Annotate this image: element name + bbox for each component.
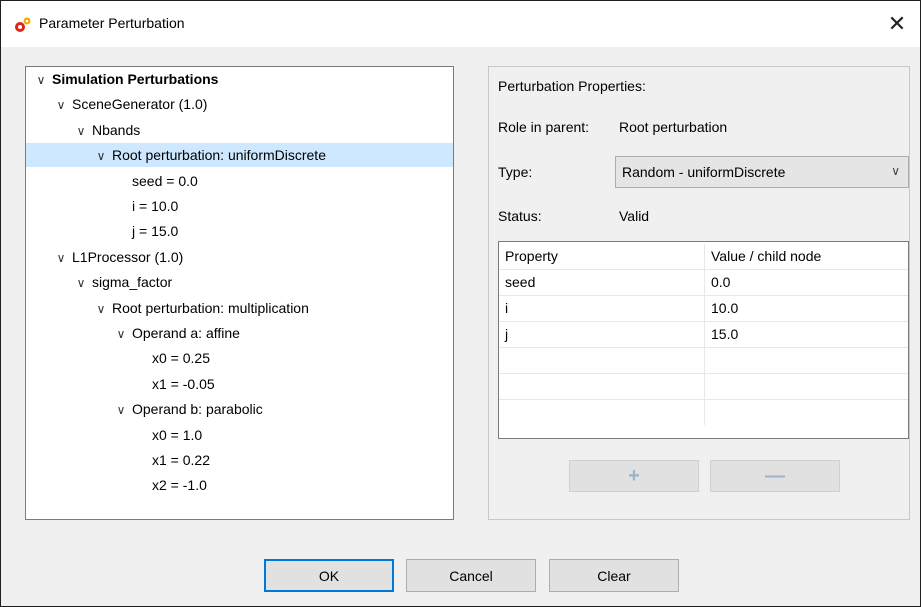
table-cell[interactable]: 15.0 [705,322,908,347]
plus-icon: + [628,464,640,487]
tree-item-label: Nbands [92,121,141,138]
table-row[interactable] [499,348,908,374]
tree-item[interactable]: j = 15.0 [26,219,453,243]
tree-item[interactable]: ∨ L1Processor (1.0) [26,245,453,269]
ok-button[interactable]: OK [264,559,394,592]
tree-item-label: Operand a: affine [132,325,240,341]
chevron-down-icon[interactable]: ∨ [34,68,48,92]
role-value: Root perturbation [619,119,728,135]
table-header-row: Property Value / child node [499,244,908,270]
table-cell[interactable] [705,400,908,425]
tree-item-label: x0 = 0.25 [152,350,210,367]
tree-item[interactable]: ∨ SceneGenerator (1.0) [26,92,453,116]
tree-item[interactable]: x2 = -1.0 [26,473,453,497]
add-property-button[interactable]: + [569,460,699,492]
tree-item[interactable]: ∨ sigma_factor [26,270,453,294]
type-label: Type: [498,164,533,180]
tree-item-label: seed = 0.0 [132,172,198,189]
type-select[interactable]: Random - uniformDiscrete ∨ [615,156,909,188]
table-row[interactable] [499,374,908,400]
properties-heading: Perturbation Properties: [498,78,646,94]
tree-item-label: Simulation Perturbations [52,71,219,87]
tree-item[interactable]: x0 = 0.25 [26,346,453,370]
table-cell[interactable]: seed [499,270,705,295]
tree-item[interactable]: x0 = 1.0 [26,423,453,447]
tree-item[interactable]: i = 10.0 [26,194,453,218]
close-button[interactable]: ✕ [874,1,920,47]
perturbation-tree[interactable]: ∨ Simulation Perturbations ∨ SceneGenerator… [25,66,454,520]
minus-icon: — [765,464,785,487]
type-select-value: Random - uniformDiscrete [622,164,786,180]
parameter-perturbation-dialog: Parameter Perturbation ✕ ∨ Simulation Per… [0,0,921,607]
table-row[interactable]: seed 0.0 [499,270,908,296]
table-row[interactable] [499,400,908,425]
table-cell[interactable] [705,374,908,399]
tree-item[interactable]: x1 = -0.05 [26,372,453,396]
clear-button[interactable]: Clear [549,559,679,592]
tree-item-label: j = 15.0 [132,223,179,240]
tree-item-label: L1Processor (1.0) [72,248,184,265]
cancel-button[interactable]: Cancel [406,559,536,592]
tree-item[interactable]: ∨ Operand b: parabolic [26,397,453,421]
tree-item[interactable]: x1 = 0.22 [26,448,453,472]
close-icon: ✕ [887,11,907,36]
table-cell[interactable]: 0.0 [705,270,908,295]
tree-item-label: i = 10.0 [132,198,179,214]
role-label: Role in parent: [498,119,590,135]
tree-item-label: x0 = 1.0 [152,426,203,443]
tree-item[interactable]: ∨ Root perturbation: uniformDiscrete [26,143,453,168]
table-cell[interactable] [499,400,705,425]
chevron-down-icon: ∨ [891,164,900,178]
tree-item[interactable]: ∨ Root perturbation: multiplication [26,296,453,320]
status-value: Valid [619,208,650,224]
table-cell[interactable]: 10.0 [705,296,908,321]
gears-icon [15,17,31,32]
chevron-down-icon[interactable]: ∨ [54,93,68,117]
table-cell[interactable] [499,374,705,399]
tree-item-label: x2 = -1.0 [152,477,207,494]
column-header: Value / child node [711,248,822,264]
table-row[interactable]: j 15.0 [499,322,908,348]
table-cell[interactable] [499,348,705,373]
chevron-down-icon[interactable]: ∨ [114,322,128,346]
tree-item-label: sigma_factor [92,274,173,291]
chevron-down-icon[interactable]: ∨ [74,119,88,143]
tree-item-label: x1 = -0.05 [152,375,215,392]
chevron-down-icon[interactable]: ∨ [94,297,108,321]
tree-item[interactable]: ∨ Simulation Perturbations [26,67,453,91]
tree-item-label: SceneGenerator (1.0) [72,96,208,113]
table-row[interactable]: i 10.0 [499,296,908,322]
window-title: Parameter Perturbation [39,15,185,31]
tree-item[interactable]: ∨ Operand a: affine [26,321,453,345]
perturbation-properties-panel: Perturbation Properties: Role in parent:… [488,66,910,520]
chevron-down-icon[interactable]: ∨ [114,398,128,422]
chevron-down-icon[interactable]: ∨ [54,246,68,270]
chevron-down-icon[interactable]: ∨ [94,144,108,168]
column-header: Property [499,244,705,269]
title-bar: Parameter Perturbation ✕ [1,1,920,47]
tree-item-label: Root perturbation: uniformDiscrete [112,147,326,164]
table-cell[interactable] [705,348,908,373]
tree-item-label: Operand b: parabolic [132,401,263,418]
properties-table: Property Value / child node seed 0.0 i 10.0 j 1… [498,241,909,439]
status-label: Status: [498,208,542,224]
table-cell[interactable]: i [499,296,705,321]
remove-property-button[interactable]: — [710,460,840,492]
table-cell[interactable]: j [499,322,705,347]
tree-item-label: x1 = 0.22 [152,452,210,468]
tree-item-label: Root perturbation: multiplication [112,299,309,316]
tree-item[interactable]: ∨ Nbands [26,118,453,142]
tree-item[interactable]: seed = 0.0 [26,169,453,193]
chevron-down-icon[interactable]: ∨ [74,271,88,295]
